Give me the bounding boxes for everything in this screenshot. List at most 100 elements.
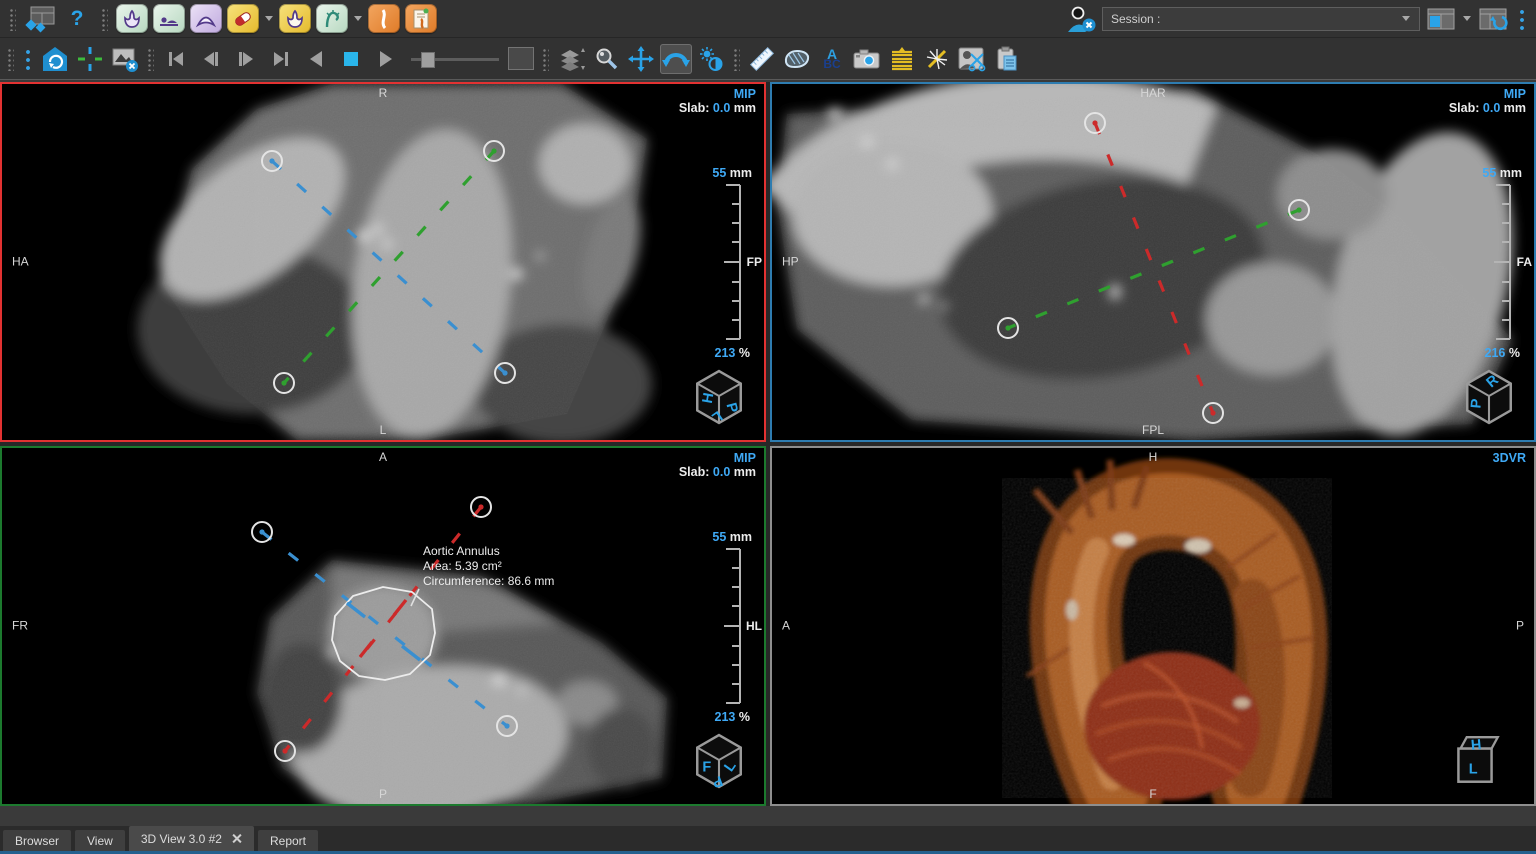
layout-reset-button[interactable] [1477,4,1509,34]
viewport-top-right[interactable]: HAR HP FPL MIP Slab: 0.0 mm 55 mm FA 216… [770,82,1536,442]
orientation-label-top: H [1149,451,1158,464]
session-combobox[interactable]: Session : [1102,7,1420,31]
annotation-circumference: Circumference: 86.6 mm [423,574,554,589]
zoom-button[interactable] [590,44,622,74]
scissors-icon [957,45,987,73]
module-capsule-button[interactable] [227,4,259,33]
layout-select-icon [1426,6,1456,32]
module-aorta-button[interactable] [316,4,348,33]
scale-readout: 55 mm [1482,166,1522,180]
dropdown-caret-icon[interactable] [265,16,273,21]
zoom-readout: 213 % [715,346,750,360]
viewport-bottom-left[interactable]: Aortic Annulus Area: 5.39 cm² Circumfere… [0,446,766,806]
overflow-menu-button[interactable] [1518,7,1526,31]
toolbar-grip[interactable] [9,7,16,31]
ruler-axis-label: HL [746,619,762,633]
rotate-arrow-icon [661,46,691,72]
toolbar-menu-button[interactable] [24,47,32,71]
ruler-axis-label: FP [747,255,762,269]
slider-thumb[interactable] [421,52,435,68]
crosshair-button[interactable] [74,44,106,74]
svg-text:P: P [1468,398,1485,409]
orientation-cube[interactable]: R P [1460,368,1518,426]
camera-icon [852,46,882,72]
window-level-button[interactable] [695,44,727,74]
remove-image-button[interactable] [109,44,141,74]
volume-rendering-aorta [772,448,1534,804]
toolbar-grip[interactable] [147,47,154,71]
magnifier-icon [593,46,619,72]
dropdown-caret-icon[interactable] [354,16,362,21]
pan-button[interactable] [625,44,657,74]
tab-browser[interactable]: Browser [3,830,71,851]
module-patient-button[interactable] [153,4,185,33]
leaflet-icon [194,8,218,30]
module-valve-green-button[interactable] [116,4,148,33]
help-button[interactable]: ? [61,4,93,34]
stop-button[interactable] [335,44,367,74]
viewport-top-left[interactable]: R HA L MIP Slab: 0.0 mm 55 mm FP 213 % [0,82,766,442]
scale-ruler [1492,184,1518,340]
module-valve-yellow-button[interactable] [279,4,311,33]
dropdown-caret-icon[interactable] [1463,16,1471,21]
rotate-3d-button[interactable] [660,44,692,74]
stretched-view-button[interactable] [886,44,918,74]
close-tab-icon[interactable] [231,833,242,844]
first-frame-button[interactable] [160,44,192,74]
scale-ruler [722,548,748,704]
orientation-label-bottom: P [379,788,387,801]
play-forward-button[interactable] [370,44,402,74]
tab-view[interactable]: View [75,830,125,851]
measure-area-button[interactable] [781,44,813,74]
toolbar-grip[interactable] [542,47,549,71]
measure-ruler-button[interactable] [746,44,778,74]
slab-readout: Slab: 0.0 mm [679,101,756,115]
render-mode-label: MIP [734,87,756,101]
slab-readout: Slab: 0.0 mm [1449,101,1526,115]
copy-clipboard-button[interactable] [991,44,1023,74]
module-report-button[interactable] [405,4,437,33]
previous-frame-button[interactable] [195,44,227,74]
slab-readout: Slab: 0.0 mm [679,465,756,479]
orientation-cube[interactable]: H P L [690,368,748,426]
slab-thickness-button[interactable] [555,44,587,74]
play-backward-button[interactable] [300,44,332,74]
text-annotation-button[interactable]: A BC [816,44,848,74]
tab-report[interactable]: Report [258,830,318,851]
orientation-label-left: A [782,620,790,633]
svg-text:F: F [702,759,711,775]
viewport-3d-volume[interactable]: H A P F 3DVR H L [770,446,1536,806]
ruler-axis-label: FA [1517,255,1532,269]
snapshot-button[interactable] [851,44,883,74]
radial-view-button[interactable] [921,44,953,74]
session-label: Session : [1111,12,1395,26]
play-backward-icon [304,47,328,71]
layout-reset-icon [1478,6,1508,32]
capsule-icon [231,8,255,30]
module-vessel-button[interactable] [368,4,400,33]
toolbar-grip[interactable] [101,7,108,31]
orientation-label-top: A [379,451,387,464]
last-frame-button[interactable] [265,44,297,74]
user-session-button[interactable] [1065,4,1097,34]
module-leaflet-button[interactable] [190,4,222,33]
reset-view-button[interactable] [39,44,71,74]
orientation-cube[interactable]: F L P [690,732,748,790]
orientation-cube[interactable]: H L [1446,732,1504,790]
speed-slider[interactable] [409,47,501,71]
tab-3d-view[interactable]: 3D View 3.0 #2 [129,826,254,851]
combo-caret-icon [1402,16,1410,21]
measurement-annotation[interactable]: Aortic Annulus Area: 5.39 cm² Circumfere… [423,544,554,589]
application-window: ? [0,0,1536,854]
abc-icon: A BC [823,49,840,69]
segmentation-scissors-button[interactable] [956,44,988,74]
toolbar-grip[interactable] [733,47,740,71]
next-frame-button[interactable] [230,44,262,74]
frame-value-box[interactable] [508,47,534,70]
restore-layout-button[interactable] [24,4,56,34]
layout-select-button[interactable] [1425,4,1457,34]
first-frame-icon [164,47,188,71]
toolbar-grip[interactable] [7,47,14,71]
stop-icon [339,47,363,71]
restore-layout-icon [24,5,56,33]
